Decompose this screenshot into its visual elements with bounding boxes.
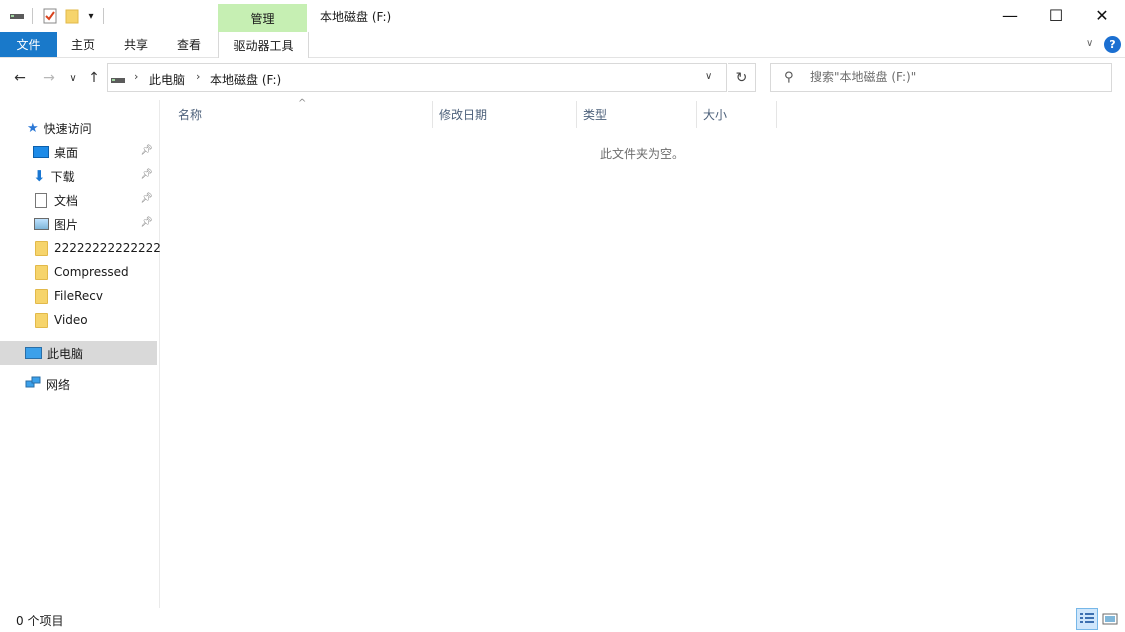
tab-home[interactable]: 主页 <box>60 32 106 57</box>
quick-access-divider <box>32 8 33 24</box>
breadcrumb-separator[interactable]: › <box>196 70 200 83</box>
details-view-icon[interactable] <box>1076 608 1098 630</box>
manage-context-tab[interactable]: 管理 <box>218 4 307 32</box>
pictures-icon <box>34 218 49 230</box>
nav-item-documents[interactable]: 文档 📌︎ <box>0 188 157 212</box>
computer-icon <box>25 347 42 359</box>
nav-label: 图片 <box>54 217 79 232</box>
pin-icon[interactable]: 📌︎ <box>140 145 153 156</box>
title-bar <box>0 0 1125 32</box>
nav-item-folder[interactable]: 22222222222222 <box>0 236 161 260</box>
window-title: 本地磁盘 (F:) <box>320 10 392 24</box>
tab-file[interactable]: 文件 <box>0 32 57 57</box>
nav-quick-access[interactable]: ★ 快速访问 <box>0 116 157 140</box>
close-button[interactable]: ✕ <box>1079 0 1125 30</box>
nav-item-folder[interactable]: Compressed <box>0 260 157 284</box>
nav-item-downloads[interactable]: ⬇ 下载 📌︎ <box>0 164 157 188</box>
drive-icon <box>111 74 125 88</box>
document-icon <box>35 192 47 208</box>
new-folder-icon[interactable] <box>64 7 80 25</box>
maximize-button[interactable]: ☐ <box>1033 0 1079 30</box>
nav-item-folder[interactable]: Video <box>0 308 157 332</box>
folder-icon <box>35 240 48 256</box>
properties-icon[interactable] <box>42 7 58 25</box>
collapse-ribbon-icon[interactable]: ∨ <box>1086 38 1093 49</box>
download-arrow-icon: ⬇ <box>33 166 46 185</box>
empty-folder-message: 此文件夹为空。 <box>600 147 685 161</box>
pin-icon[interactable]: 📌︎ <box>140 169 153 180</box>
column-divider[interactable] <box>696 101 697 128</box>
refresh-button[interactable]: ↻ <box>728 63 756 92</box>
nav-label: Video <box>54 313 88 327</box>
column-divider[interactable] <box>576 101 577 128</box>
nav-item-pictures[interactable]: 图片 📌︎ <box>0 212 157 236</box>
large-icons-view-icon[interactable] <box>1099 608 1121 630</box>
help-icon[interactable]: ? <box>1104 36 1121 53</box>
search-icon: ⚲ <box>784 70 794 85</box>
nav-label: 此电脑 <box>47 346 84 361</box>
folder-icon <box>35 312 48 328</box>
nav-item-folder[interactable]: FileRecv <box>0 284 157 308</box>
search-input[interactable] <box>808 66 1108 88</box>
nav-this-pc[interactable]: 此电脑 <box>0 341 157 365</box>
column-header-date[interactable]: 修改日期 <box>439 101 575 128</box>
breadcrumb-separator[interactable]: › <box>134 70 138 83</box>
address-dropdown-icon[interactable]: ∨ <box>705 71 712 82</box>
pin-icon[interactable]: 📌︎ <box>140 193 153 204</box>
network-icon <box>25 376 41 393</box>
nav-item-desktop[interactable]: 桌面 📌︎ <box>0 140 157 164</box>
nav-label: 快速访问 <box>43 121 92 136</box>
column-divider[interactable] <box>776 101 777 128</box>
tab-share[interactable]: 共享 <box>113 32 159 57</box>
breadcrumb-this-pc[interactable]: 此电脑 <box>149 71 185 88</box>
column-divider[interactable] <box>432 101 433 128</box>
customize-quick-access-icon[interactable]: ▾ <box>85 7 97 25</box>
column-header-size[interactable]: 大小 <box>703 101 773 128</box>
desktop-icon <box>33 146 49 158</box>
forward-arrow-icon[interactable]: → <box>40 68 58 88</box>
nav-label: 22222222222222 <box>54 241 161 255</box>
minimize-button[interactable]: — <box>987 0 1033 30</box>
item-count: 0 个项目 <box>16 614 64 628</box>
breadcrumb-drive-f[interactable]: 本地磁盘 (F:) <box>210 71 281 88</box>
up-arrow-icon[interactable]: ↑ <box>85 68 103 88</box>
column-header-type[interactable]: 类型 <box>583 101 693 128</box>
folder-icon <box>35 264 48 280</box>
pin-icon[interactable]: 📌︎ <box>140 217 153 228</box>
drive-icon[interactable] <box>10 7 24 25</box>
nav-label: 文档 <box>54 193 79 208</box>
nav-label: Compressed <box>54 265 129 279</box>
nav-label: 下载 <box>50 169 75 184</box>
star-icon: ★ <box>27 120 39 136</box>
quick-access-divider <box>103 8 104 24</box>
back-arrow-icon[interactable]: ← <box>11 68 29 88</box>
nav-label: FileRecv <box>54 289 103 303</box>
tab-drive-tools[interactable]: 驱动器工具 <box>218 32 309 58</box>
tab-view[interactable]: 查看 <box>166 32 212 57</box>
nav-label: 网络 <box>46 377 71 392</box>
recent-locations-chevron-icon[interactable]: ∨ <box>64 68 82 88</box>
column-header-name[interactable]: 名称 <box>178 101 430 128</box>
nav-network[interactable]: 网络 <box>0 372 157 396</box>
nav-label: 桌面 <box>54 145 79 160</box>
folder-icon <box>35 288 48 304</box>
